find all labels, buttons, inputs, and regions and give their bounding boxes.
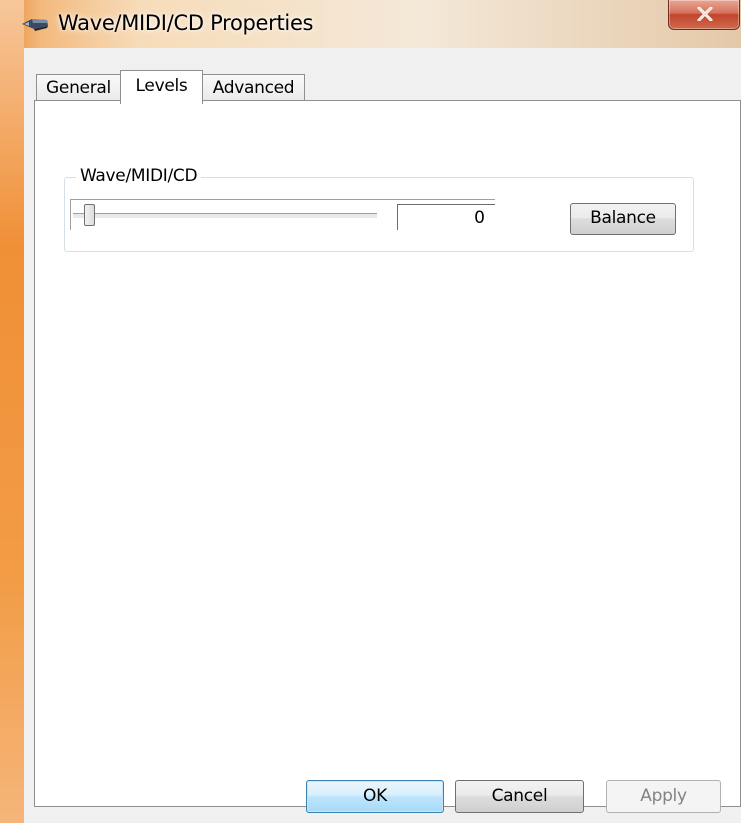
close-button[interactable]: [668, 0, 740, 30]
speaker-device-icon: [22, 19, 48, 31]
tab-general[interactable]: General: [36, 74, 121, 102]
title-bar[interactable]: Wave/MIDI/CD Properties: [0, 0, 741, 48]
slider-frame-top: [70, 199, 495, 200]
ok-button[interactable]: OK: [306, 780, 444, 813]
window-frame-left-edge: [0, 0, 24, 823]
properties-window: Wave/MIDI/CD Properties General Levels A…: [0, 0, 741, 823]
slider-frame-left: [70, 199, 71, 230]
tab-levels[interactable]: Levels: [120, 70, 203, 104]
cancel-button[interactable]: Cancel: [455, 780, 584, 813]
apply-button[interactable]: Apply: [606, 780, 721, 813]
tab-advanced[interactable]: Advanced: [202, 74, 305, 102]
group-label: Wave/MIDI/CD: [76, 166, 202, 186]
close-icon: [697, 7, 713, 21]
level-slider-thumb[interactable]: [84, 204, 95, 226]
level-value-field[interactable]: 0: [397, 204, 495, 230]
window-title: Wave/MIDI/CD Properties: [58, 11, 314, 35]
level-slider-track[interactable]: [73, 213, 377, 219]
dialog-client-area: General Levels Advanced Wave/MIDI/CD 0 B…: [24, 48, 741, 823]
balance-button[interactable]: Balance: [570, 203, 676, 235]
levels-tab-panel: Wave/MIDI/CD 0 Balance: [34, 100, 741, 807]
wave-midi-cd-group: Wave/MIDI/CD 0 Balance: [64, 166, 694, 252]
